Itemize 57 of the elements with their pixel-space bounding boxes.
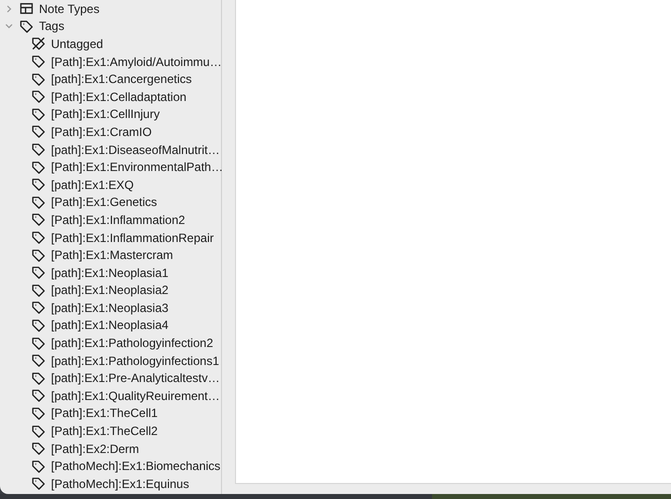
- tag-icon: [31, 458, 46, 474]
- tag-icon: [31, 476, 46, 492]
- tag-icon: [31, 177, 46, 192]
- sidebar-item[interactable]: [Path]:Ex1:TheCell1: [0, 404, 221, 422]
- sidebar-item[interactable]: Tags: [0, 18, 221, 36]
- tag-icon: [19, 18, 34, 34]
- tag-icon: [31, 106, 46, 122]
- sidebar-item[interactable]: [PathoMech]:Ex1:Equinus: [0, 475, 221, 493]
- sidebar-item[interactable]: [Path]:Ex1:Genetics: [0, 194, 221, 212]
- chevron-icon[interactable]: [4, 4, 14, 14]
- tag-icon: [31, 54, 46, 70]
- sidebar-item[interactable]: [Path]:Ex1:CramIO: [0, 123, 221, 141]
- tag-icon: [31, 353, 46, 368]
- sidebar-item[interactable]: [Path]:Ex1:Mastercram: [0, 246, 221, 264]
- sidebar-item[interactable]: [Path]:Ex1:InflammationRepair: [0, 228, 221, 246]
- sidebar-item[interactable]: [PathoMech]:Ex1:Biomechanics: [0, 457, 221, 476]
- sidebar-item[interactable]: [Path]:Ex1:Amyloid/Autoimmu…: [0, 52, 221, 70]
- tag-icon: [31, 300, 46, 316]
- tag-icon: [31, 160, 46, 175]
- sidebar-item[interactable]: [path]:Ex1:Cancergenetics: [0, 70, 221, 88]
- sidebar-item[interactable]: [path]:Ex1:Neoplasia2: [0, 282, 221, 300]
- tag-icon: [31, 282, 46, 298]
- sidebar-item[interactable]: [path]:Ex1:Pathologyinfections1: [0, 352, 221, 370]
- tag-icon: [31, 406, 46, 421]
- sidebar-item[interactable]: [path]:Ex1:DiseaseofMalnutrit…: [0, 140, 221, 158]
- tag-icon: [31, 424, 46, 439]
- tag-icon: [31, 89, 46, 104]
- sidebar-item[interactable]: [path]:Ex1:QualityReuirement…: [0, 387, 221, 405]
- sidebar-item[interactable]: [path]:Ex1:Pathologyinfection2: [0, 334, 221, 352]
- sidebar-item[interactable]: [Path]:Ex1:Celladaptation: [0, 88, 221, 106]
- tag-icon: [31, 194, 46, 210]
- tag-icon: [31, 248, 46, 263]
- tag-icon: [31, 124, 46, 140]
- tag-icon: [31, 388, 46, 404]
- sidebar-item[interactable]: Untagged: [0, 35, 221, 53]
- sidebar-item[interactable]: [path]:Ex1:Neoplasia4: [0, 316, 221, 334]
- tag-icon: [31, 265, 46, 280]
- sidebar-item[interactable]: [path]:Ex1:Pre-Analyticaltestv…: [0, 369, 221, 388]
- tag-icon: [31, 72, 46, 87]
- tag-icon: [31, 441, 46, 456]
- sidebar-item[interactable]: [Path]:Ex1:Inflammation2: [0, 211, 221, 229]
- grid-icon: [19, 1, 34, 16]
- crossed-tag-icon: [31, 36, 46, 52]
- tag-icon: [31, 336, 46, 351]
- sidebar-item[interactable]: [Path]:Ex1:TheCell2: [0, 422, 221, 440]
- sidebar-item[interactable]: [Path]:Ex1:CellInjury: [0, 106, 221, 124]
- tag-icon: [31, 230, 46, 246]
- tag-icon: [31, 212, 46, 228]
- sidebar-item[interactable]: [path]:Ex1:EXQ: [0, 176, 221, 194]
- sidebar-item[interactable]: [Path]:Ex1:EnvironmentalPath…: [0, 158, 221, 176]
- tag-icon: [31, 370, 46, 386]
- tag-icon: [31, 142, 46, 158]
- sidebar-item[interactable]: [path]:Ex1:Neoplasia3: [0, 299, 221, 317]
- tag-icon: [31, 318, 46, 333]
- sidebar-item[interactable]: [path]:Ex1:Neoplasia1: [0, 264, 221, 282]
- sidebar-item[interactable]: [Path]:Ex2:Derm: [0, 440, 221, 458]
- sidebar-item[interactable]: Note Types: [0, 0, 221, 18]
